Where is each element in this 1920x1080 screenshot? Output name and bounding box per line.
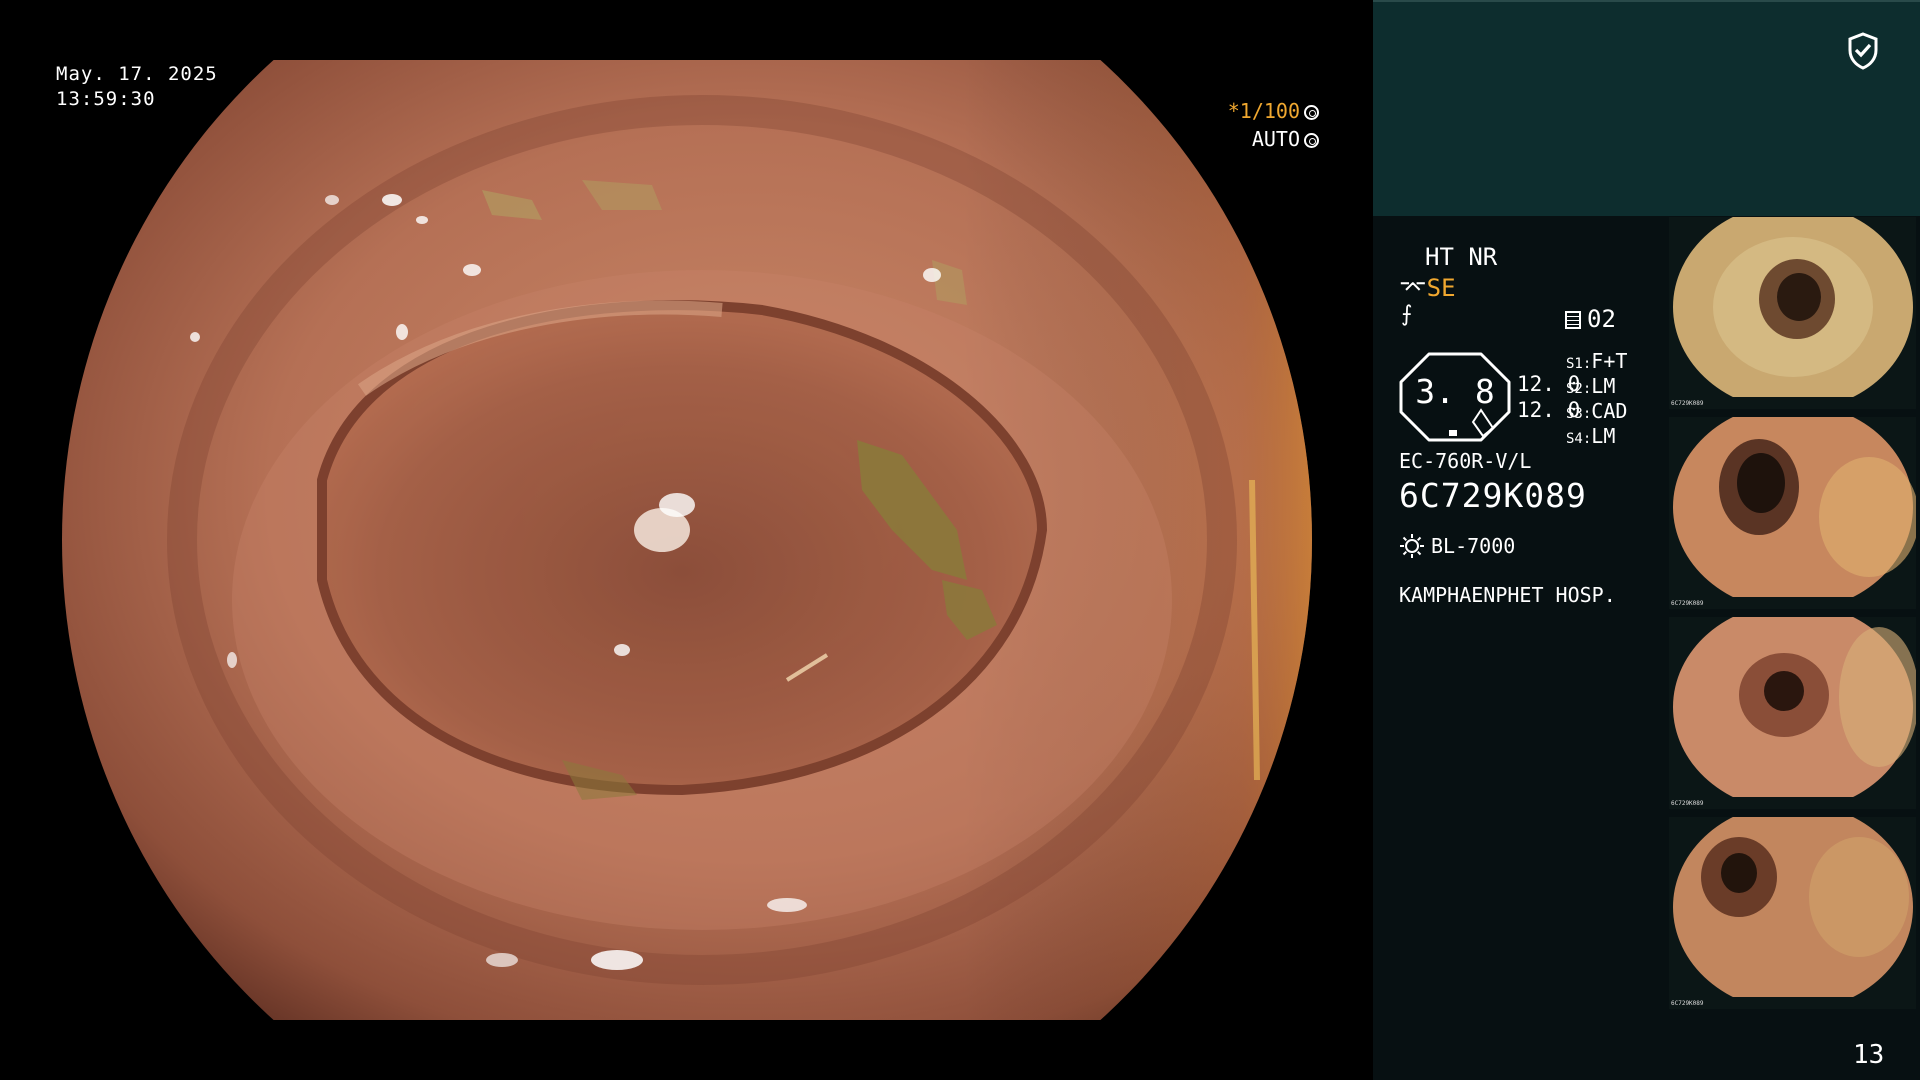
se-icon: ⌤ [1399, 274, 1427, 302]
switch-row: S3:CAD [1566, 399, 1628, 423]
endoscope-image [62, 60, 1312, 1020]
lamp-icon [1400, 534, 1424, 558]
panel-header [1373, 0, 1920, 216]
se-readout: ⌤SE [1399, 274, 1456, 302]
shutter-value: *1/100 [1227, 99, 1300, 123]
shield-check-icon [1848, 32, 1878, 70]
iris-readout: AUTO [1252, 127, 1319, 151]
thumbnail-caption: 6C729K089 [1671, 400, 1704, 407]
capture-thumbnail[interactable]: 6C729K089 [1669, 617, 1916, 809]
thumbnail-caption: 6C729K089 [1671, 800, 1704, 807]
switch-value: F+T [1591, 349, 1628, 373]
switch-value: LM [1591, 424, 1616, 448]
iris-icon [1304, 133, 1319, 148]
se-label: SE [1426, 274, 1456, 302]
page-number: 13 [1853, 1040, 1885, 1070]
hospital-name: KAMPHAENPHET HOSP. [1399, 583, 1616, 607]
thumbnail-caption: 6C729K089 [1671, 1000, 1704, 1007]
switch-row: S2:LM [1566, 374, 1616, 398]
shutter-icon [1304, 105, 1319, 120]
light-source-readout: BL-7000 [1399, 533, 1515, 559]
time-readout: 13:59:30 [56, 88, 156, 110]
info-panel: HT NR ⌤SE ⨍ 02 3. 8 12. 0 12. 0 S1:F+T S… [1373, 0, 1920, 1080]
switch-row: S1:F+T [1566, 349, 1628, 373]
light-source-value: BL-7000 [1431, 534, 1516, 558]
switch-label: S2 [1566, 381, 1583, 397]
thumbnail-image [1669, 617, 1916, 809]
memory-readout: 02 [1565, 305, 1616, 333]
scope-model: EC-760R-V/L [1399, 449, 1532, 473]
thumbnail-caption: 6C729K089 [1671, 600, 1704, 607]
mode-label: HT NR [1425, 243, 1498, 271]
switch-label: S3 [1566, 406, 1583, 422]
capture-thumbnail[interactable]: 6C729K089 [1669, 217, 1916, 409]
capture-thumbnail[interactable]: 6C729K089 [1669, 817, 1916, 1009]
thumbnail-image [1669, 217, 1916, 409]
thumbnail-image [1669, 417, 1916, 609]
date-readout: May. 17. 2025 [56, 63, 218, 85]
thumbnail-image [1669, 817, 1916, 1009]
switch-label: S1 [1566, 356, 1583, 372]
memory-doc-icon [1565, 311, 1581, 329]
scope-serial: 6C729K089 [1399, 476, 1587, 515]
capture-thumbnail[interactable]: 6C729K089 [1669, 417, 1916, 609]
switch-value: CAD [1591, 399, 1628, 423]
switch-row: S4:LM [1566, 424, 1616, 448]
switch-label: S4 [1566, 431, 1583, 447]
shutter-readout: *1/100 [1228, 99, 1319, 123]
memory-value: 02 [1587, 305, 1616, 333]
gauge-value: 3. 8 [1415, 372, 1495, 411]
iris-value: AUTO [1251, 127, 1300, 151]
switch-value: LM [1591, 374, 1616, 398]
f-symbol: ⨍ [1401, 302, 1413, 327]
endoscope-main-view: May. 17. 2025 13:59:30 *1/100 AUTO [0, 0, 1373, 1080]
